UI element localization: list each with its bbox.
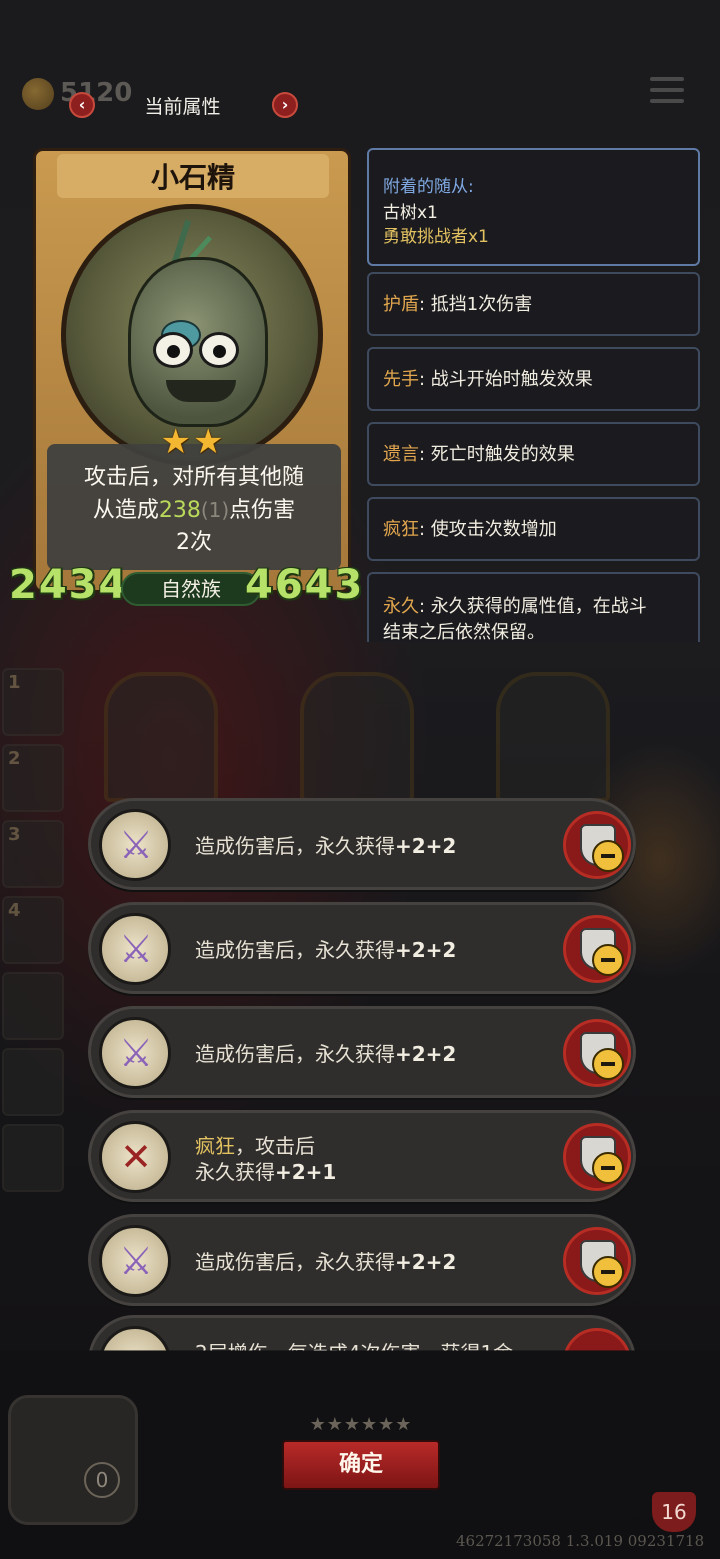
remove-buff-button[interactable] (563, 1227, 631, 1295)
cursed-sword-icon: ⚔ (99, 809, 171, 881)
health-stat: 4643 (245, 562, 365, 608)
damage-sub-value: (1) (200, 498, 230, 522)
card-description: 攻击后，对所有其他随 从造成238(1)点伤害 2次 (47, 462, 341, 559)
buff-row: 2层增伤，每造成4次伤害，获得1金 (88, 1315, 636, 1351)
keyword-panel-first-strike: 先手: 战斗开始时触发效果 (367, 347, 700, 411)
menu-icon[interactable] (650, 77, 684, 105)
attached-heading: 附着的随从: (383, 177, 474, 197)
cursed-sword-icon: ⚔ (99, 1225, 171, 1297)
buff-row-partial: 2层增伤，每造成4次伤害，获得1金 (88, 1315, 636, 1351)
remove-buff-button[interactable] (563, 1328, 631, 1351)
keyword-row: 疯狂: 使攻击次数增加 (383, 519, 557, 540)
damage-value: 238 (158, 498, 201, 523)
mouth (166, 380, 236, 402)
buff-text: 造成伤害后，永久获得+2+2 (195, 938, 457, 962)
keyword-row: 护盾: 抵挡1次伤害 (383, 294, 533, 315)
star-row-icon: ★★★★★★ (309, 1414, 413, 1435)
buff-row: ✕ 疯狂，攻击后 永久获得+2+1 (88, 1110, 636, 1202)
race-tag: 自然族 (121, 572, 261, 606)
attached-item: 古树x1 (383, 203, 438, 223)
remove-buff-button[interactable] (563, 811, 631, 879)
cursed-sword-icon: ⚔ (99, 1017, 171, 1089)
coin-icon (22, 78, 54, 110)
keyword-row: 先手: 战斗开始时触发效果 (383, 369, 593, 390)
desc-line: 从造成238(1)点伤害 (92, 498, 296, 523)
attack-stat: 2434 (9, 562, 129, 608)
prev-card-button[interactable]: ‹ (69, 92, 95, 118)
minus-icon (592, 1256, 624, 1288)
minus-icon (592, 1048, 624, 1080)
remove-buff-button[interactable] (563, 1019, 631, 1087)
buff-row: ⚔ 造成伤害后，永久获得+2+2 (88, 1214, 636, 1306)
keyword-panel-frenzy: 疯狂: 使攻击次数增加 (367, 497, 700, 561)
chest-icon (8, 1395, 138, 1525)
cursed-sword-icon: ⚔ (99, 913, 171, 985)
minion-card: 小石精 ★★ 攻击后，对所有其他随 从造成238(1)点伤害 2次 2434 自… (9, 142, 362, 622)
eye (153, 332, 193, 368)
buff-row: ⚔ 造成伤害后，永久获得+2+2 (88, 902, 636, 994)
confirm-button[interactable]: 确定 (282, 1440, 440, 1490)
page-title: 当前属性 (144, 96, 221, 118)
minus-icon (592, 840, 624, 872)
next-card-button[interactable]: › (272, 92, 298, 118)
build-code: 46272173058 1.3.019 09231718 (456, 1532, 705, 1550)
keyword-panel-deathrattle: 遗言: 死亡时触发的效果 (367, 422, 700, 486)
star-rating-icon: ★★ (160, 422, 226, 462)
card-name: 小石精 (150, 161, 235, 194)
keyword-row: 永久: 永久获得的属性值，在战斗 (383, 596, 647, 617)
level-badge: 16 (652, 1492, 696, 1532)
gold-buff-icon (99, 1326, 171, 1351)
buff-text: 造成伤害后，永久获得+2+2 (195, 1042, 457, 1066)
buff-row: ⚔ 造成伤害后，永久获得+2+2 (88, 798, 636, 890)
remove-buff-button[interactable] (563, 915, 631, 983)
remove-buff-button[interactable] (563, 1123, 631, 1191)
buff-text: 造成伤害后，永久获得+2+2 (195, 1250, 457, 1274)
desc-line: 攻击后，对所有其他随 (83, 465, 304, 490)
stat-band: 2434 自然族 4643 (9, 562, 362, 616)
attached-minions-panel: 附着的随从: 古树x1 勇敢挑战者x1 (367, 148, 700, 266)
crossed-swords-icon: ✕ (99, 1121, 171, 1193)
attached-item: 勇敢挑战者x1 (383, 227, 489, 247)
buff-text: 疯狂，攻击后 永久获得+2+1 (195, 1134, 337, 1184)
minus-icon (592, 944, 624, 976)
keyword-panel-shield: 护盾: 抵挡1次伤害 (367, 272, 700, 336)
keyword-row: 遗言: 死亡时触发的效果 (383, 444, 575, 465)
rock-golem-art (128, 257, 268, 427)
buff-text: 造成伤害后，永久获得+2+2 (195, 834, 457, 858)
keyword-row-continued: 结束之后依然保留。 (383, 622, 545, 642)
chest-count: 0 (84, 1462, 120, 1498)
desc-line: 2次 (176, 530, 212, 555)
minus-icon (592, 1152, 624, 1184)
buff-row: ⚔ 造成伤害后，永久获得+2+2 (88, 1006, 636, 1098)
keyword-panel-permanent: 永久: 永久获得的属性值，在战斗 结束之后依然保留。 (367, 572, 700, 642)
eye (199, 332, 239, 368)
